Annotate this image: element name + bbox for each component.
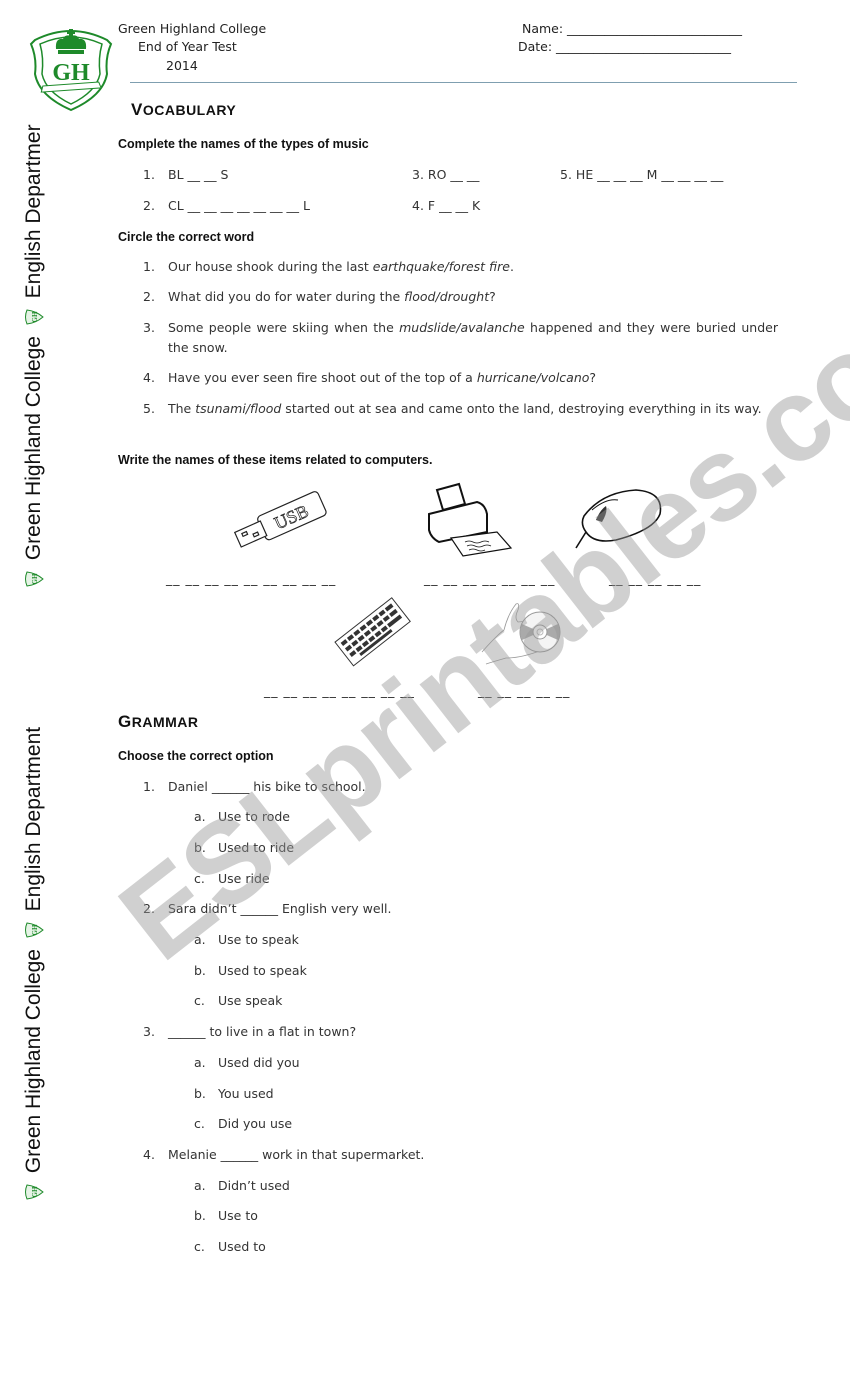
cd-rom-icon [478, 600, 568, 670]
question-number: 1. [143, 779, 155, 794]
choice[interactable]: mudslide/avalanche [399, 320, 525, 335]
name-field[interactable]: Name: ____________________________ [522, 21, 742, 36]
circle-item-number: 4. [143, 370, 155, 385]
side-branding-top: GH Green Highland College GH English Dep… [22, 124, 46, 592]
test-year: 2014 [166, 58, 198, 73]
option-letter: a. [194, 809, 206, 824]
circle-item-5: The tsunami/flood started out at sea and… [168, 401, 762, 416]
date-field[interactable]: Date: ____________________________ [518, 39, 731, 54]
option-letter: b. [194, 963, 206, 978]
music-item-3: 3. RO __ __ [412, 167, 480, 182]
music-item-4: 4. F __ __ K [412, 198, 481, 213]
question-number: 2. [143, 901, 155, 916]
shield-crest-icon: GH [29, 29, 113, 112]
option-letter: c. [194, 871, 205, 886]
usb-flash-drive-icon: USB [230, 488, 330, 558]
vocabulary-heading: VOCABULARY [131, 100, 237, 119]
music-item-number: 2. [143, 198, 155, 213]
question-2: Sara didn’t ______ English very well. [168, 901, 392, 916]
option[interactable]: Used to ride [218, 840, 294, 855]
svg-text:GH: GH [31, 924, 39, 935]
answer-blank-printer[interactable]: __ __ __ __ __ __ __ [424, 571, 555, 586]
option[interactable]: Used did you [218, 1055, 300, 1070]
option-letter: b. [194, 1086, 206, 1101]
mini-crest-icon: GH [24, 1183, 45, 1201]
choice[interactable]: flood/drought [404, 289, 489, 304]
choice[interactable]: earthquake/forest fire [373, 259, 510, 274]
circle-item-number: 3. [143, 320, 155, 335]
answer-blank-keyboard[interactable]: __ __ __ __ __ __ __ __ [264, 683, 415, 698]
grammar-heading: GRAMMAR [118, 712, 199, 731]
music-item-number: 1. [143, 167, 155, 182]
college-logo: GH [25, 24, 117, 112]
mini-crest-icon: GH [24, 308, 45, 326]
school-name: Green Highland College [118, 21, 267, 36]
circle-item-3: Some people were skiing when the mudslid… [168, 320, 778, 355]
option[interactable]: Used to speak [218, 963, 307, 978]
question-1: Daniel ______ his bike to school. [168, 779, 366, 794]
option-letter: c. [194, 993, 205, 1008]
computers-instruction: Write the names of these items related t… [118, 453, 433, 467]
option[interactable]: Use to rode [218, 809, 290, 824]
option-letter: a. [194, 932, 206, 947]
music-item-2: CL __ __ __ __ __ __ __ L [168, 198, 310, 213]
svg-text:GH: GH [31, 573, 39, 584]
music-instruction: Complete the names of the types of music [118, 137, 369, 151]
header-divider [130, 82, 797, 83]
mouse-icon [572, 488, 664, 554]
circle-item-number: 5. [143, 401, 155, 416]
option[interactable]: You used [218, 1086, 274, 1101]
option-letter: c. [194, 1116, 205, 1131]
svg-text:GH: GH [31, 311, 39, 322]
keyboard-icon [330, 595, 414, 671]
option[interactable]: Use to speak [218, 932, 299, 947]
svg-text:GH: GH [52, 60, 90, 86]
question-number: 4. [143, 1147, 155, 1162]
question-number: 3. [143, 1024, 155, 1039]
printer-icon [425, 482, 517, 562]
grammar-instruction: Choose the correct option [118, 749, 274, 763]
option-letter: b. [194, 1208, 206, 1223]
choice[interactable]: tsunami/flood [195, 401, 281, 416]
option[interactable]: Use ride [218, 871, 270, 886]
test-title: End of Year Test [138, 39, 237, 54]
circle-instruction: Circle the correct word [118, 230, 255, 244]
circle-item-number: 1. [143, 259, 155, 274]
option-letter: a. [194, 1178, 206, 1193]
answer-blank-mouse[interactable]: __ __ __ __ __ [609, 571, 701, 586]
circle-item-4: Have you ever seen fire shoot out of the… [168, 370, 597, 385]
question-4: Melanie ______ work in that supermarket. [168, 1147, 425, 1162]
option-letter: b. [194, 840, 206, 855]
option[interactable]: Use to [218, 1208, 258, 1223]
option-letter: c. [194, 1239, 205, 1254]
option[interactable]: Use speak [218, 993, 282, 1008]
music-item-5: 5. HE __ __ __ M __ __ __ __ [560, 167, 724, 182]
mini-crest-icon: GH [24, 921, 45, 939]
circle-item-1: Our house shook during the last earthqua… [168, 259, 514, 274]
option[interactable]: Did you use [218, 1116, 292, 1131]
option[interactable]: Used to [218, 1239, 266, 1254]
music-item-1: BL __ __ S [168, 167, 229, 182]
option-letter: a. [194, 1055, 206, 1070]
side-branding-bottom: GH Green Highland College GH English Dep… [22, 727, 46, 1205]
answer-blank-usb[interactable]: __ __ __ __ __ __ __ __ __ [166, 571, 336, 586]
question-3: ______ to live in a flat in town? [168, 1024, 357, 1039]
mini-crest-icon: GH [24, 570, 45, 588]
circle-item-2: What did you do for water during the flo… [168, 289, 496, 304]
svg-text:GH: GH [31, 1186, 39, 1197]
answer-blank-cd-rom[interactable]: __ __ __ __ __ [478, 683, 570, 698]
circle-item-number: 2. [143, 289, 155, 304]
option[interactable]: Didn’t used [218, 1178, 290, 1193]
choice[interactable]: hurricane/volcano [477, 370, 590, 385]
